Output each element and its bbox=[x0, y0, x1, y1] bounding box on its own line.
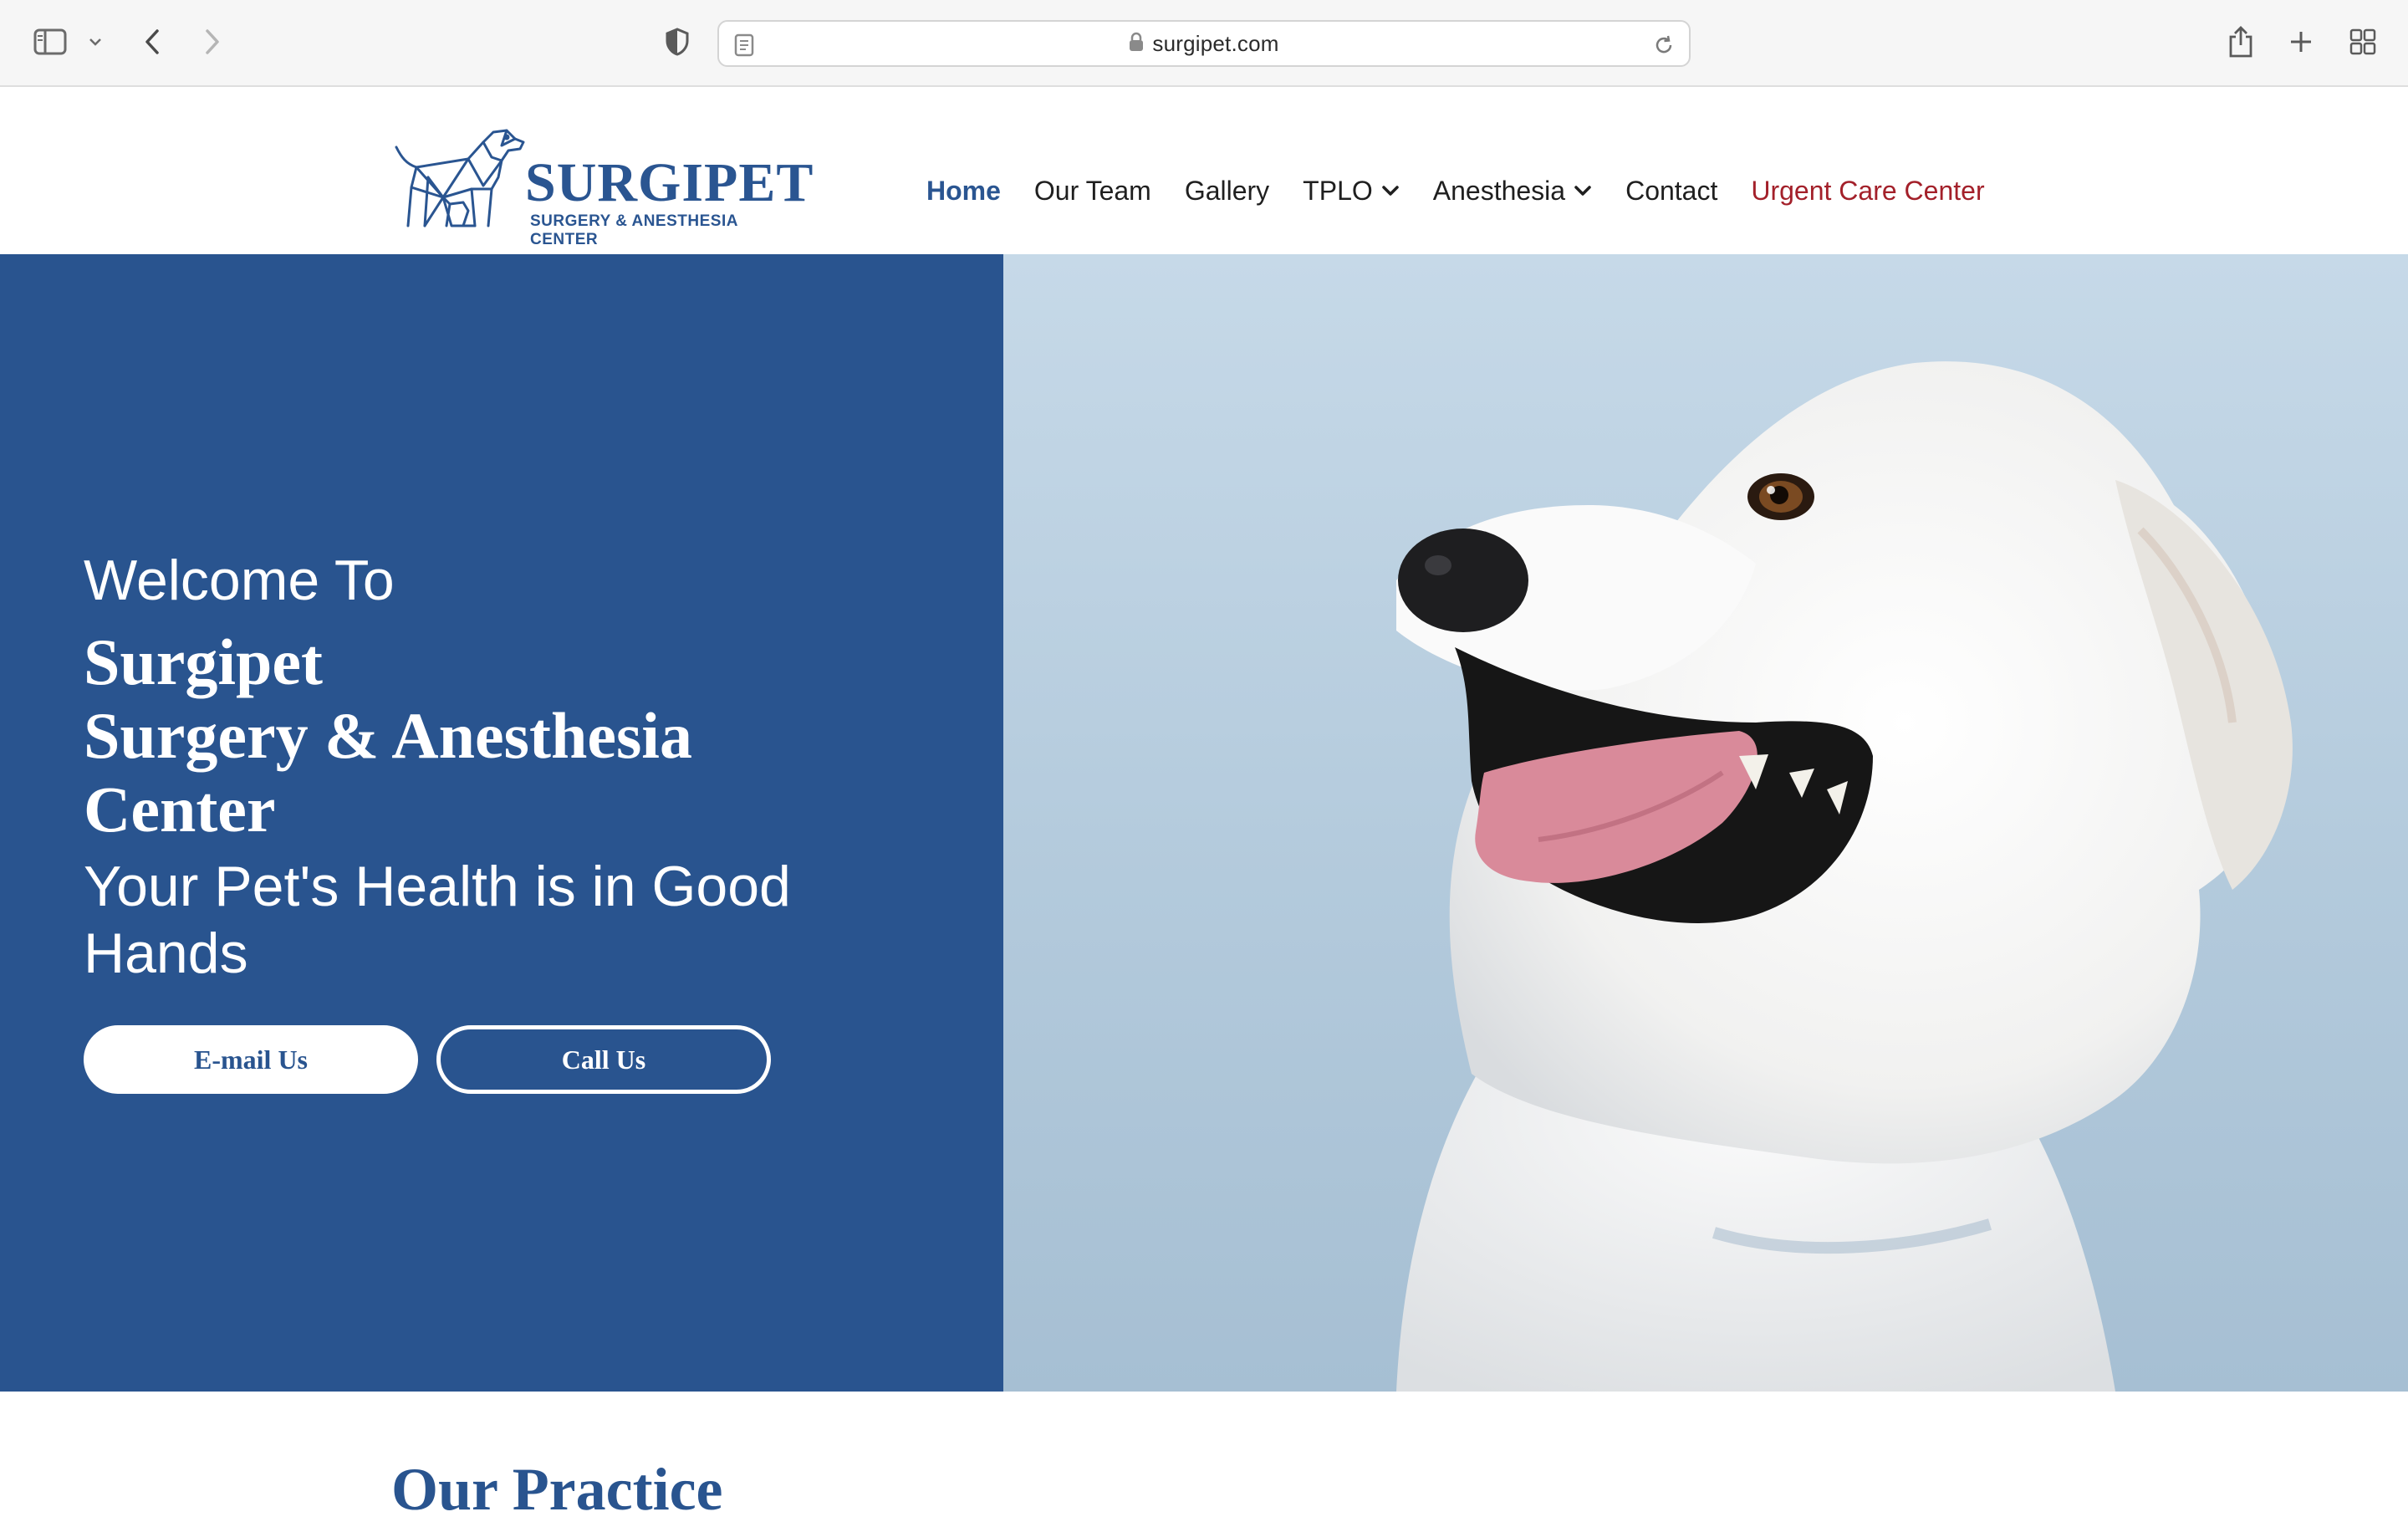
hero-welcome: Welcome To bbox=[84, 549, 395, 612]
nav-item-urgent-care-center[interactable]: Urgent Care Center bbox=[1751, 176, 1984, 207]
dog-outline-logo-icon bbox=[395, 129, 525, 227]
dog-illustration bbox=[1396, 361, 2293, 1392]
hero-buttons: E-mail Us Call Us bbox=[84, 1025, 771, 1094]
reload-icon[interactable] bbox=[1652, 33, 1676, 57]
hero-title: Surgipet Surgery & Anesthesia Center bbox=[84, 626, 970, 846]
hero-section: Welcome To Surgipet Surgery & Anesthesia… bbox=[0, 254, 2408, 1392]
nav-item-home[interactable]: Home bbox=[926, 176, 1001, 207]
share-icon[interactable] bbox=[2224, 22, 2258, 62]
nav-item-label: Contact bbox=[1625, 175, 1718, 206]
nav-item-label: Our Team bbox=[1033, 175, 1151, 206]
address-bar[interactable]: surgipet.com bbox=[717, 20, 1691, 67]
chevron-down-icon bbox=[1574, 186, 1591, 196]
logo-wordmark: SURGIPET bbox=[525, 152, 814, 213]
nav-item-label: Anesthesia bbox=[1432, 175, 1566, 206]
url-text: surgipet.com bbox=[1152, 30, 1279, 56]
site-header: SURGIPET SURGERY & ANESTHESIA CENTER Hom… bbox=[0, 87, 2408, 254]
forward-arrow-icon[interactable] bbox=[196, 23, 229, 60]
logo-tagline: SURGERY & ANESTHESIA CENTER bbox=[530, 212, 738, 248]
site-logo[interactable]: SURGIPET SURGERY & ANESTHESIA CENTER bbox=[391, 127, 813, 248]
nav-item-label: Home bbox=[926, 175, 1001, 206]
lock-icon bbox=[1129, 32, 1144, 56]
hero-text: Welcome To Surgipet Surgery & Anesthesia… bbox=[84, 547, 970, 987]
hero-title-line: Surgipet bbox=[84, 626, 324, 698]
nav-item-anesthesia[interactable]: Anesthesia bbox=[1433, 176, 1592, 207]
chevron-down-icon bbox=[1382, 186, 1399, 196]
back-arrow-icon[interactable] bbox=[135, 23, 169, 60]
hero-title-line: Center bbox=[84, 773, 276, 845]
our-practice-heading: Our Practice bbox=[391, 1456, 723, 1523]
nav-item-tplo[interactable]: TPLO bbox=[1303, 176, 1400, 207]
chevron-down-icon[interactable] bbox=[84, 30, 107, 54]
hero-subtitle: Your Pet's Health is in Good Hands bbox=[84, 855, 791, 985]
plus-icon[interactable] bbox=[2284, 25, 2318, 59]
call-us-button[interactable]: Call Us bbox=[436, 1025, 771, 1094]
tab-grid-icon[interactable] bbox=[2346, 25, 2380, 59]
email-us-button[interactable]: E-mail Us bbox=[84, 1025, 418, 1094]
main-nav: Home Our Team Gallery TPLO Anesthesia Co… bbox=[926, 166, 1985, 216]
nav-item-label: Urgent Care Center bbox=[1751, 175, 1985, 206]
nav-item-label: TPLO bbox=[1303, 175, 1373, 206]
white-dog-photo bbox=[1003, 254, 2408, 1392]
nav-item-contact[interactable]: Contact bbox=[1625, 176, 1717, 207]
shield-icon[interactable] bbox=[661, 25, 694, 59]
hero-text-panel: Welcome To Surgipet Surgery & Anesthesia… bbox=[0, 254, 1003, 1392]
nav-item-our-team[interactable]: Our Team bbox=[1034, 176, 1151, 207]
hero-title-line: Surgery & Anesthesia bbox=[84, 699, 692, 772]
sidebar-icon[interactable] bbox=[32, 25, 69, 59]
nav-item-gallery[interactable]: Gallery bbox=[1185, 176, 1269, 207]
browser-toolbar: surgipet.com bbox=[0, 0, 2408, 87]
nav-item-label: Gallery bbox=[1184, 175, 1270, 206]
